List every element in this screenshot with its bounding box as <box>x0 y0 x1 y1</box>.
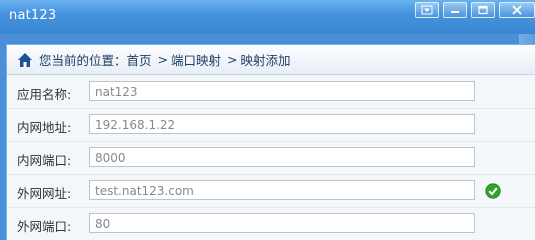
lan-address-input[interactable] <box>89 114 475 134</box>
minimize-icon <box>451 11 459 13</box>
lan-port-input[interactable] <box>89 147 475 167</box>
maximize-button[interactable] <box>471 2 495 18</box>
home-icon <box>18 52 32 67</box>
breadcrumb: 您当前的位置： 首页 > 端口映射 > 映射添加 <box>7 45 535 75</box>
breadcrumb-separator: > <box>157 52 169 67</box>
breadcrumb-current: 映射添加 <box>240 53 291 68</box>
valid-check-icon <box>485 183 501 199</box>
form-row-wan-url: 外网网址: <box>7 175 535 208</box>
close-icon <box>512 5 522 15</box>
form-row-lan-port: 内网端口: <box>7 142 535 175</box>
wan-port-input[interactable] <box>89 213 475 233</box>
minimize-button[interactable] <box>443 2 467 18</box>
breadcrumb-home-link[interactable]: 首页 <box>127 50 152 69</box>
window-title: nat123 <box>9 8 57 23</box>
wan-url-label: 外网网址: <box>17 186 72 201</box>
lan-address-label: 内网地址: <box>17 120 72 135</box>
form-row-app-name: 应用名称: <box>7 76 535 109</box>
app-window: nat123 您当前的位置： 首页 > 端口映射 > 映射添加 应用名称: na… <box>0 0 535 240</box>
maximize-icon <box>478 5 488 15</box>
wan-url-input[interactable] <box>89 180 475 200</box>
close-button[interactable] <box>499 2 535 18</box>
menu-button[interactable] <box>415 2 439 18</box>
wan-port-label: 外网端口: <box>17 219 72 234</box>
app-name-label: 应用名称: <box>17 87 72 102</box>
breadcrumb-prefix: 您当前的位置： <box>39 53 127 68</box>
main-panel: 您当前的位置： 首页 > 端口映射 > 映射添加 应用名称: 内网地址: 内网端… <box>6 44 535 240</box>
form-row-lan-address: 内网地址: <box>7 109 535 142</box>
title-bar[interactable]: nat123 <box>0 0 535 34</box>
breadcrumb-port-mapping-link[interactable]: 端口映射 <box>171 50 221 69</box>
lan-port-label: 内网端口: <box>17 153 72 168</box>
app-name-input[interactable] <box>89 81 475 101</box>
dropdown-menu-icon <box>421 5 433 15</box>
form-row-wan-port: 外网端口: <box>7 208 535 240</box>
breadcrumb-separator: > <box>227 52 238 67</box>
